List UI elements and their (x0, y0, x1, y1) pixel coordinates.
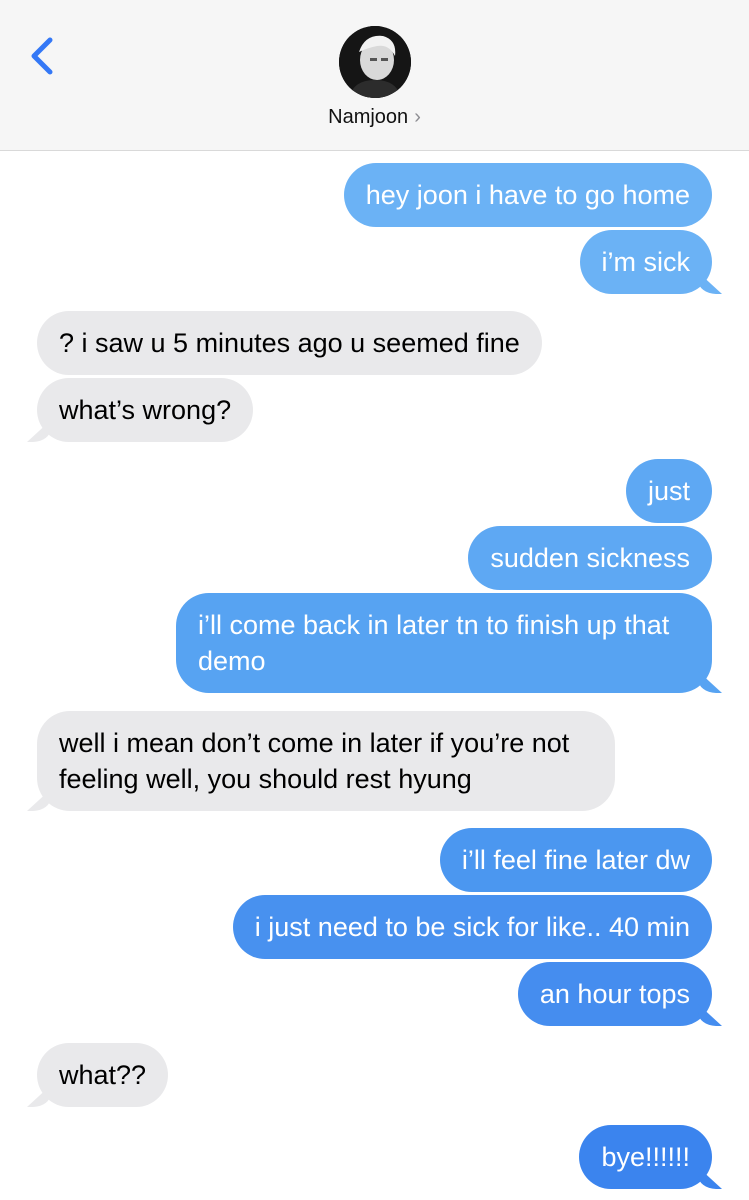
message-text: i just need to be sick for like.. 40 min (254, 912, 690, 942)
message-text: i’ll come back in later tn to finish up … (198, 610, 670, 676)
chevron-left-icon[interactable] (26, 36, 60, 76)
chevron-right-icon: › (414, 106, 421, 128)
message-received[interactable]: what’s wrong? (37, 378, 254, 442)
message-text: i’ll feel fine later dw (461, 845, 690, 875)
message-sent[interactable]: i just need to be sick for like.. 40 min (232, 895, 712, 959)
message-sent[interactable]: i’ll feel fine later dw (439, 828, 712, 892)
message-text: bye!!!!!! (601, 1142, 690, 1172)
message-text: well i mean don’t come in later if you’r… (59, 728, 570, 794)
contact-name-button[interactable]: Namjoon › (0, 106, 749, 129)
message-text: an hour tops (539, 979, 690, 1009)
message-received[interactable]: ? i saw u 5 minutes ago u seemed fine (37, 311, 542, 375)
avatar[interactable] (339, 26, 411, 98)
message-text: what?? (59, 1060, 147, 1090)
message-text: hey joon i have to go home (365, 180, 690, 210)
message-sent[interactable]: i’m sick (579, 230, 712, 294)
message-sent[interactable]: hey joon i have to go home (343, 163, 712, 227)
message-sent[interactable]: sudden sickness (468, 526, 712, 590)
message-text: sudden sickness (490, 543, 690, 573)
message-text: what’s wrong? (59, 395, 232, 425)
contact-name: Namjoon (328, 106, 409, 128)
message-sent[interactable]: bye!!!!!! (579, 1125, 712, 1189)
message-sent[interactable]: i’ll come back in later tn to finish up … (176, 593, 712, 693)
message-sent[interactable]: just (625, 459, 712, 523)
conversation-header: Namjoon › (0, 0, 749, 151)
message-received[interactable]: well i mean don’t come in later if you’r… (37, 711, 615, 811)
message-received[interactable]: what?? (37, 1043, 169, 1107)
message-text: ? i saw u 5 minutes ago u seemed fine (59, 328, 520, 358)
message-sent[interactable]: an hour tops (517, 962, 712, 1026)
message-text: just (647, 476, 690, 506)
message-text: i’m sick (601, 247, 691, 277)
